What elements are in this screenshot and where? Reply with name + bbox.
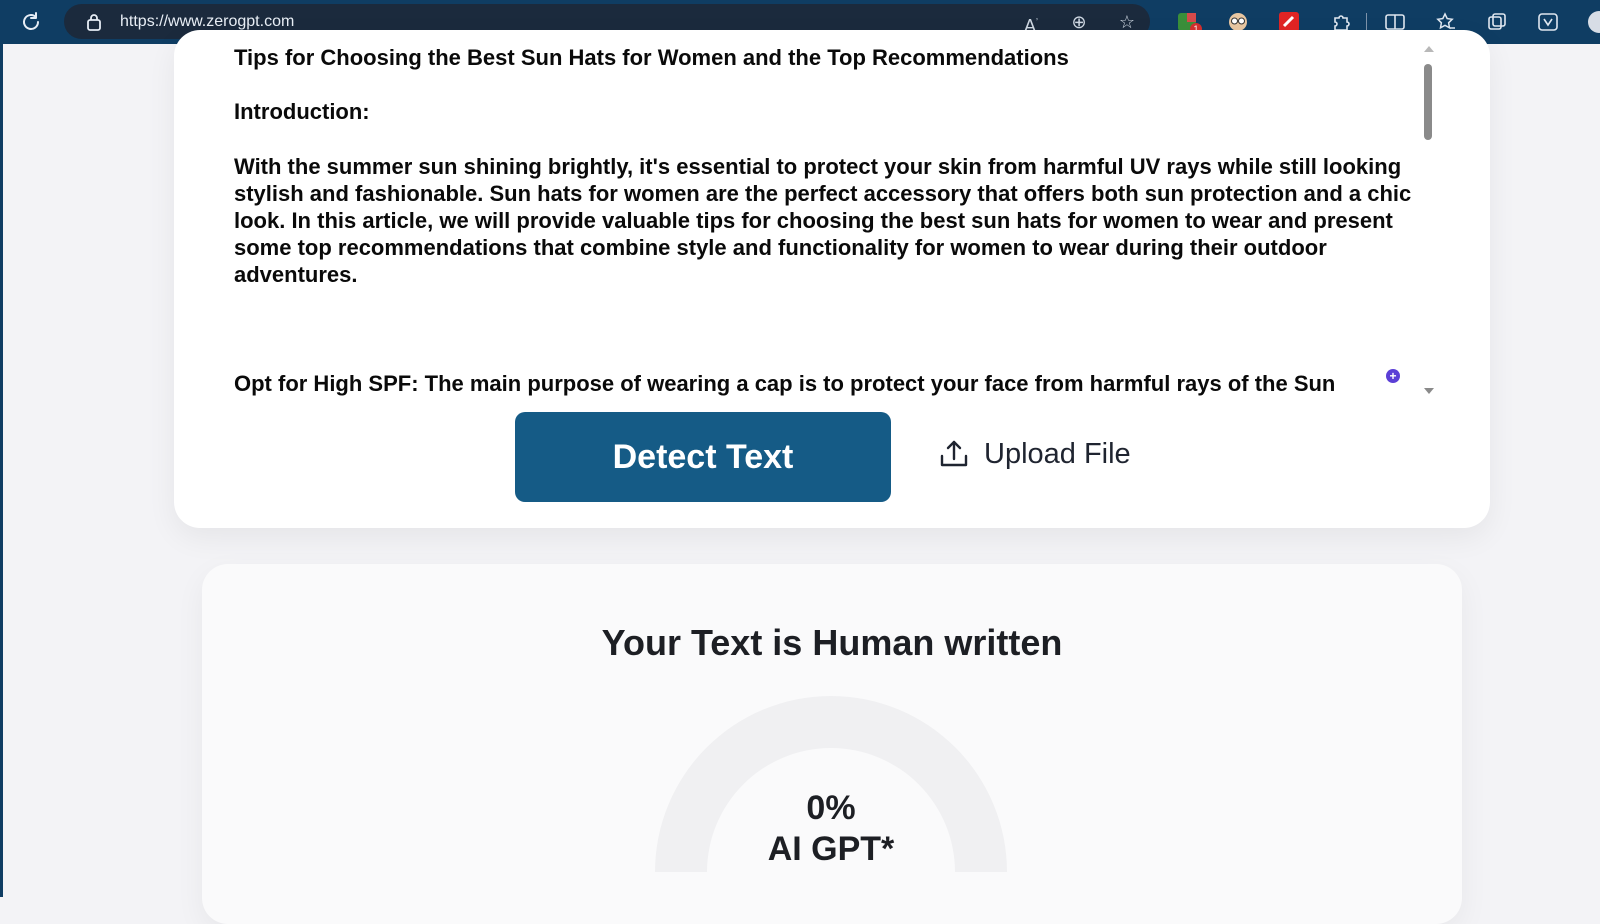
upload-icon [940, 440, 968, 467]
profile-avatar[interactable] [1588, 11, 1600, 33]
text-scrollbar[interactable] [1420, 44, 1436, 396]
web-capture-icon[interactable] [1537, 11, 1559, 33]
text-input-area[interactable]: Tips for Choosing the Best Sun Hats for … [234, 44, 1414, 400]
detect-text-button[interactable]: Detect Text [515, 412, 891, 502]
ai-metric-label: AI GPT* [767, 830, 895, 868]
plus-circle-icon[interactable]: + [1386, 369, 1400, 383]
collections-icon[interactable] [1486, 11, 1508, 33]
upload-file-label: Upload File [984, 437, 1131, 470]
input-intro-heading: Introduction: [234, 99, 370, 124]
input-partial-line: Opt for High SPF: The main purpose of we… [234, 371, 1336, 396]
ai-percentage: 0% [806, 789, 856, 827]
lock-icon[interactable] [86, 13, 102, 31]
input-title-line: Tips for Choosing the Best Sun Hats for … [234, 45, 1069, 70]
scroll-down-arrow-icon[interactable] [1424, 388, 1434, 394]
upload-file-button[interactable]: Upload File [938, 434, 1131, 474]
scroll-thumb[interactable] [1424, 64, 1432, 140]
window-edge [0, 44, 3, 897]
input-intro-paragraph: With the summer sun shining brightly, it… [234, 154, 1412, 287]
reload-icon[interactable] [19, 10, 43, 34]
scroll-up-arrow-icon[interactable] [1424, 46, 1434, 52]
result-verdict: Your Text is Human written [601, 622, 1063, 663]
url-text[interactable]: https://www.zerogpt.com [120, 13, 294, 31]
